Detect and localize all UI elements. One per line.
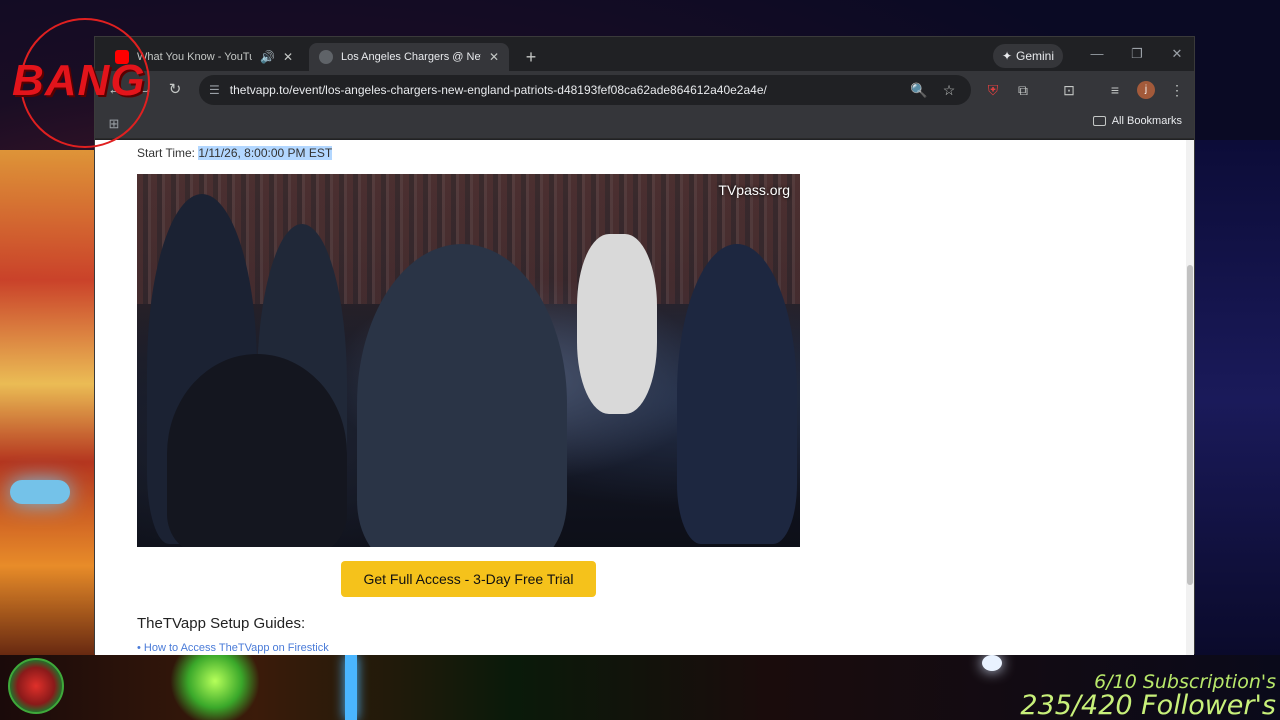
address-bar[interactable]: ☰ thetvapp.to/event/los-angeles-chargers… [199,75,971,105]
video-watermark: TVpass.org [718,182,790,198]
folder-icon [1092,116,1106,126]
speaker-badge-icon [8,658,64,714]
page-scrollbar[interactable] [1186,140,1194,655]
restore-icon[interactable]: ❐ [1125,43,1149,65]
tab-strip: What You Know - YouTube 🔊 ✕ Los Angeles … [95,37,1194,71]
tab-title: Los Angeles Chargers @ New E [341,51,481,63]
minimize-icon[interactable]: — [1085,43,1109,65]
browser-window: What You Know - YouTube 🔊 ✕ Los Angeles … [94,36,1195,655]
globe-icon [319,50,333,64]
menu-kebab-icon[interactable]: ⋮ [1165,78,1189,102]
video-person [677,244,797,544]
gemini-label: Gemini [1016,49,1055,63]
bang-logo: BANG [8,14,158,154]
firestick-guide-link[interactable]: • How to Access TheTVapp on Firestick [137,642,329,654]
video-person [167,354,347,547]
page-content: Start Time: 1/11/26, 8:00:00 PM EST TVpa… [95,140,1188,655]
follower-count: 235/420 Follower's [1020,690,1276,720]
close-tab-icon[interactable]: ✕ [489,50,499,64]
bang-logo-text: BANG [12,56,146,105]
free-trial-button[interactable]: Get Full Access - 3-Day Free Trial [341,561,596,597]
start-time-value: 1/11/26, 8:00:00 PM EST [198,146,333,160]
gemini-button[interactable]: ✦ Gemini [993,44,1063,68]
scroll-thumb[interactable] [1187,265,1193,585]
video-glove [577,234,657,414]
background-light [982,655,1002,671]
extensions-puzzle-icon[interactable]: ⧉ [1011,78,1035,102]
subscription-count: 6/10 Subscription's [1094,671,1276,693]
video-player[interactable]: TVpass.org [137,174,800,547]
background-right [1195,140,1280,660]
reload-icon[interactable]: ↻ [163,78,187,102]
all-bookmarks-button[interactable]: All Bookmarks [1092,115,1182,127]
sparkle-icon: ✦ [1001,49,1013,63]
follower-counter: 6/10 Subscription's 235/420 Follower's [1020,672,1276,720]
zoom-icon[interactable]: 🔍 [907,78,931,102]
all-bookmarks-label: All Bookmarks [1111,115,1182,127]
background-neon-lights [0,150,95,670]
bookmarks-bar: ⊞ All Bookmarks [95,109,1194,139]
setup-guides-heading: TheTVapp Setup Guides: [137,615,306,632]
url-text[interactable]: thetvapp.to/event/los-angeles-chargers-n… [230,83,767,97]
close-tab-icon[interactable]: ✕ [283,50,293,64]
site-info-icon[interactable]: ☰ [209,83,220,97]
speaker-icon[interactable]: 🔊 [260,50,275,64]
background-blue-strip [345,655,357,720]
media-controls-icon[interactable]: ≡ [1103,78,1127,102]
bookmark-star-icon[interactable]: ☆ [937,78,961,102]
video-person [357,244,567,547]
background-green-glow [170,655,260,720]
start-time: Start Time: 1/11/26, 8:00:00 PM EST [137,146,333,160]
extension-shield-icon[interactable]: ⛨ [981,78,1005,102]
cast-icon[interactable]: ⊡ [1057,78,1081,102]
close-window-icon[interactable]: ✕ [1165,43,1189,65]
toolbar: ← → ↻ ☰ thetvapp.to/event/los-angeles-ch… [95,71,1194,109]
new-tab-button[interactable]: + [519,45,543,69]
tab-chargers-patriots[interactable]: Los Angeles Chargers @ New E ✕ [309,43,509,71]
profile-avatar[interactable]: j [1137,81,1155,99]
